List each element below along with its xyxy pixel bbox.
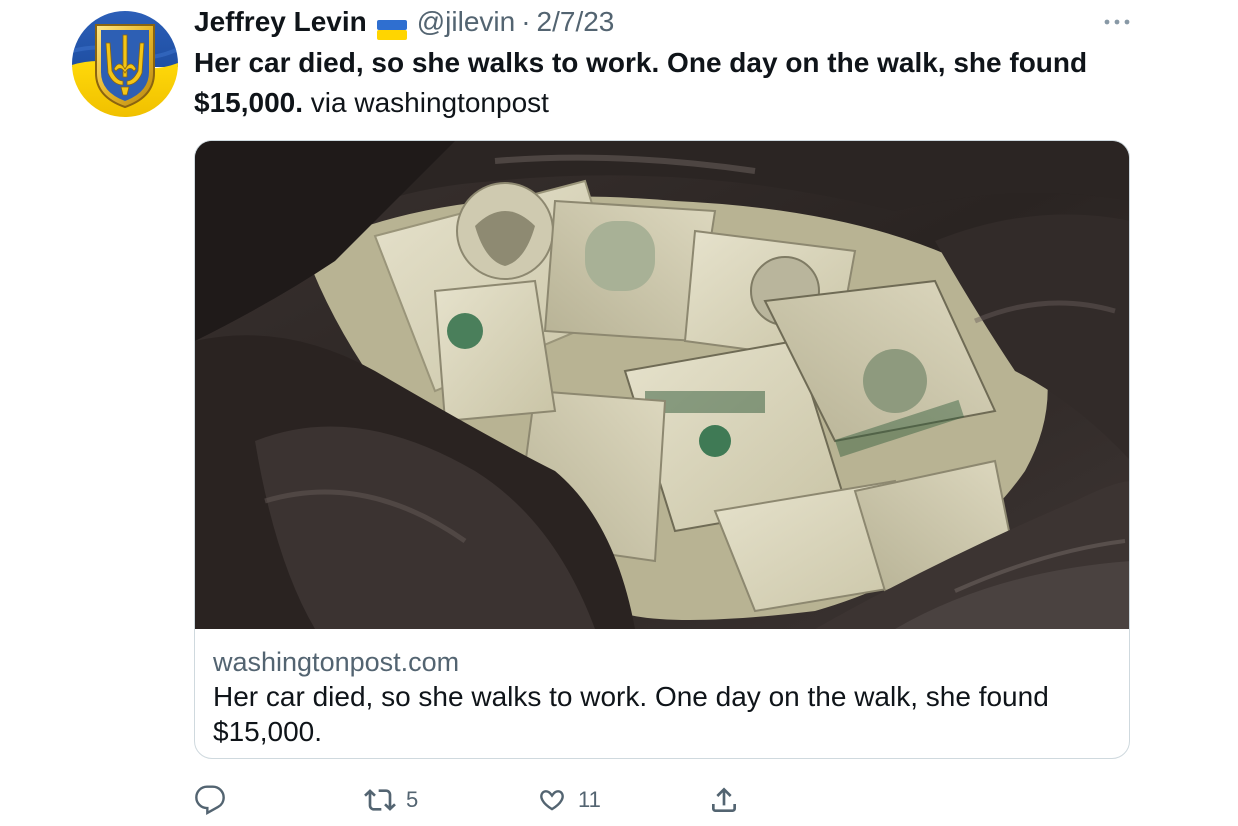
card-title: Her car died, so she walks to work. One … — [213, 681, 1049, 747]
share-icon — [712, 787, 736, 812]
more-dots-icon — [1104, 19, 1130, 25]
ukrainian-trident-avatar-icon — [72, 11, 178, 117]
like-count: 11 — [578, 787, 601, 812]
ukraine-flag-icon — [376, 13, 407, 40]
money-in-trash-bag-image — [195, 141, 1129, 629]
avatar[interactable] — [72, 11, 178, 117]
separator-dot: · — [521, 6, 531, 37]
tweet-text: Her car died, so she walks to work. One … — [194, 43, 1134, 123]
retweet-count: 5 — [406, 787, 419, 812]
heart-icon — [540, 790, 564, 811]
reply-icon — [195, 785, 225, 815]
tweet-header: Jeffrey Levin @jilevin · 2/7/23 — [194, 4, 614, 40]
more-options-button[interactable] — [1100, 12, 1134, 32]
retweet-button[interactable]: 5 — [364, 782, 418, 818]
reply-button[interactable] — [194, 782, 226, 818]
author-name[interactable]: Jeffrey Levin — [194, 4, 367, 40]
author-handle[interactable]: @jilevin — [417, 4, 515, 40]
card-domain: washingtonpost.com — [213, 647, 460, 677]
tweet-text-rest: via washingtonpost — [303, 87, 549, 118]
tweet-date[interactable]: 2/7/23 — [537, 4, 615, 40]
retweet-icon — [364, 789, 396, 811]
action-bar: 5 11 — [194, 782, 754, 818]
link-card[interactable]: washingtonpost.com Her car died, so she … — [194, 140, 1130, 759]
like-button[interactable]: 11 — [536, 782, 601, 818]
share-button[interactable] — [708, 782, 740, 818]
